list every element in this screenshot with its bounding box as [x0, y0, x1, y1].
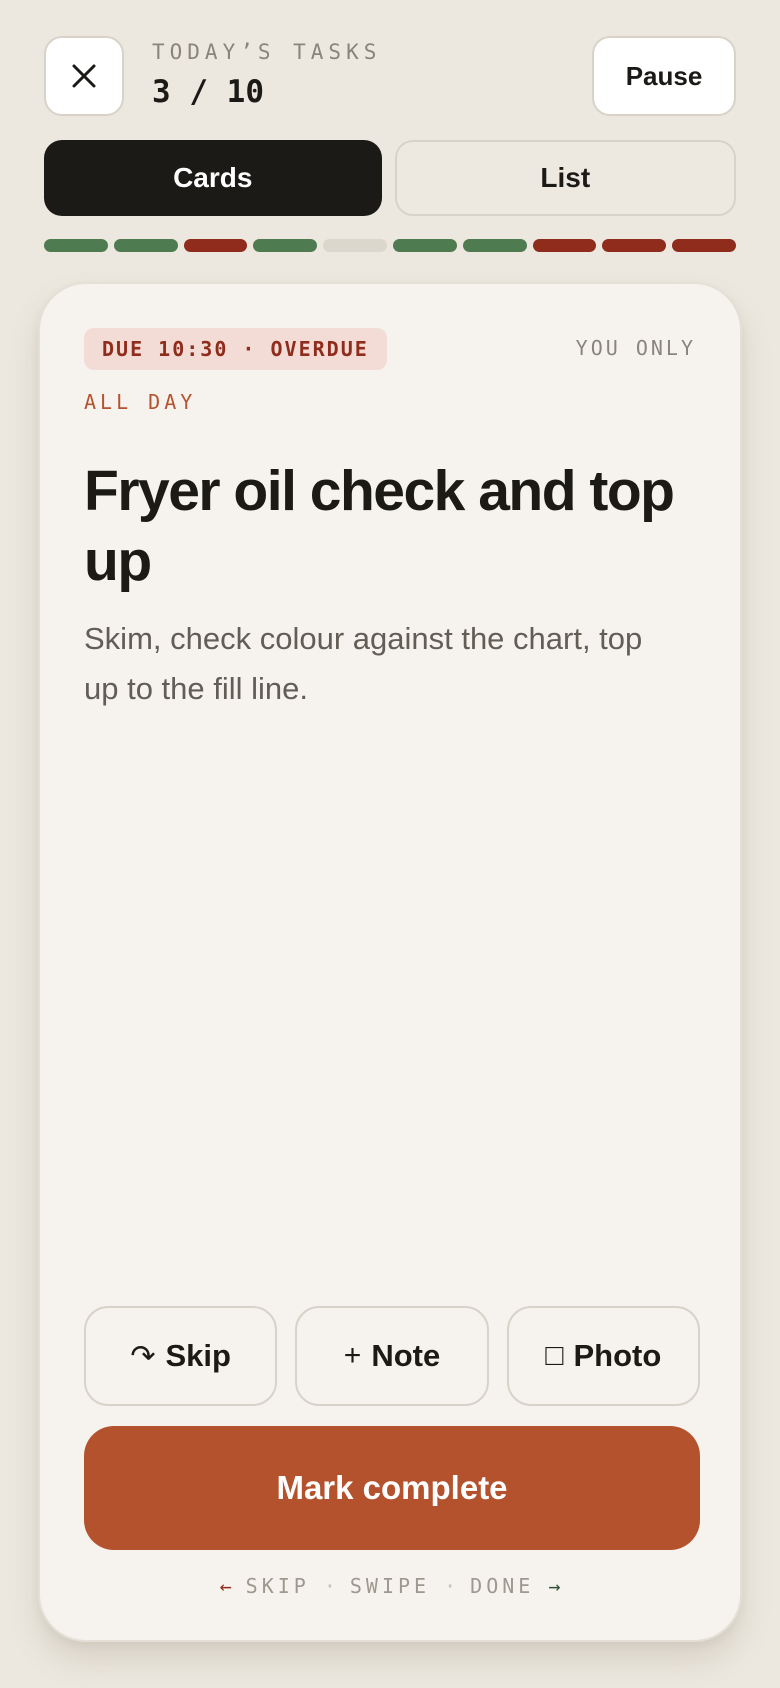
task-card[interactable]: DUE 10:30 · OVERDUE YOU ONLY ALL DAY Fry…	[38, 282, 742, 1642]
task-title: Fryer oil check and top up	[84, 459, 675, 593]
progress-segment-overdue	[183, 239, 248, 252]
progress-segment-pending	[323, 239, 387, 252]
skip-button[interactable]: ↷ Skip	[84, 1306, 278, 1406]
progress-segment-done	[392, 239, 457, 252]
hint-separator: ·	[444, 1574, 457, 1598]
task-description: Skim, check colour against the chart, to…	[84, 621, 643, 706]
view-tabs: Cards List	[44, 140, 736, 216]
arrow-left-icon: ←	[219, 1574, 232, 1598]
tab-list[interactable]: List	[394, 140, 736, 216]
note-label: Note	[371, 1338, 441, 1373]
hint-skip: SKIP	[245, 1574, 310, 1598]
progress-segment-done	[253, 239, 318, 252]
note-button[interactable]: + Note	[295, 1306, 489, 1406]
progress-segment-done	[44, 239, 108, 252]
progress-segment-overdue	[532, 239, 597, 252]
photo-icon: □	[545, 1339, 564, 1372]
arrow-right-icon: →	[548, 1574, 561, 1598]
task-count: 3 / 10	[152, 74, 264, 110]
close-icon	[72, 64, 96, 88]
photo-label: Photo	[573, 1338, 662, 1373]
progress-segment-overdue	[602, 239, 667, 252]
hint-separator: ·	[323, 1574, 336, 1598]
photo-button[interactable]: □ Photo	[506, 1306, 700, 1406]
close-button[interactable]	[44, 36, 124, 116]
progress-segment-overdue	[672, 239, 736, 252]
tab-cards[interactable]: Cards	[44, 140, 382, 216]
skip-icon: ↷	[130, 1339, 156, 1373]
task-progress-bar	[44, 239, 736, 252]
schedule-label: ALL DAY	[84, 390, 197, 414]
swipe-hint: ← SKIP · SWIPE · DONE →	[40, 1574, 740, 1598]
plus-icon: +	[343, 1339, 362, 1372]
assignee-label: YOU ONLY	[575, 336, 696, 360]
due-badge: DUE 10:30 · OVERDUE	[84, 328, 387, 370]
task-actions: ↷ Skip + Note □ Photo	[84, 1306, 700, 1406]
header-title-block: TODAY’S TASKS 3 / 10	[152, 40, 381, 110]
pause-button[interactable]: Pause	[592, 36, 736, 116]
progress-segment-done	[462, 239, 527, 252]
hint-swipe: SWIPE	[349, 1574, 431, 1598]
progress-segment-done	[113, 239, 178, 252]
hint-done: DONE	[470, 1574, 535, 1598]
mark-complete-button[interactable]: Mark complete	[84, 1426, 700, 1550]
skip-label: Skip	[165, 1338, 231, 1373]
header-kicker: TODAY’S TASKS	[152, 40, 382, 64]
